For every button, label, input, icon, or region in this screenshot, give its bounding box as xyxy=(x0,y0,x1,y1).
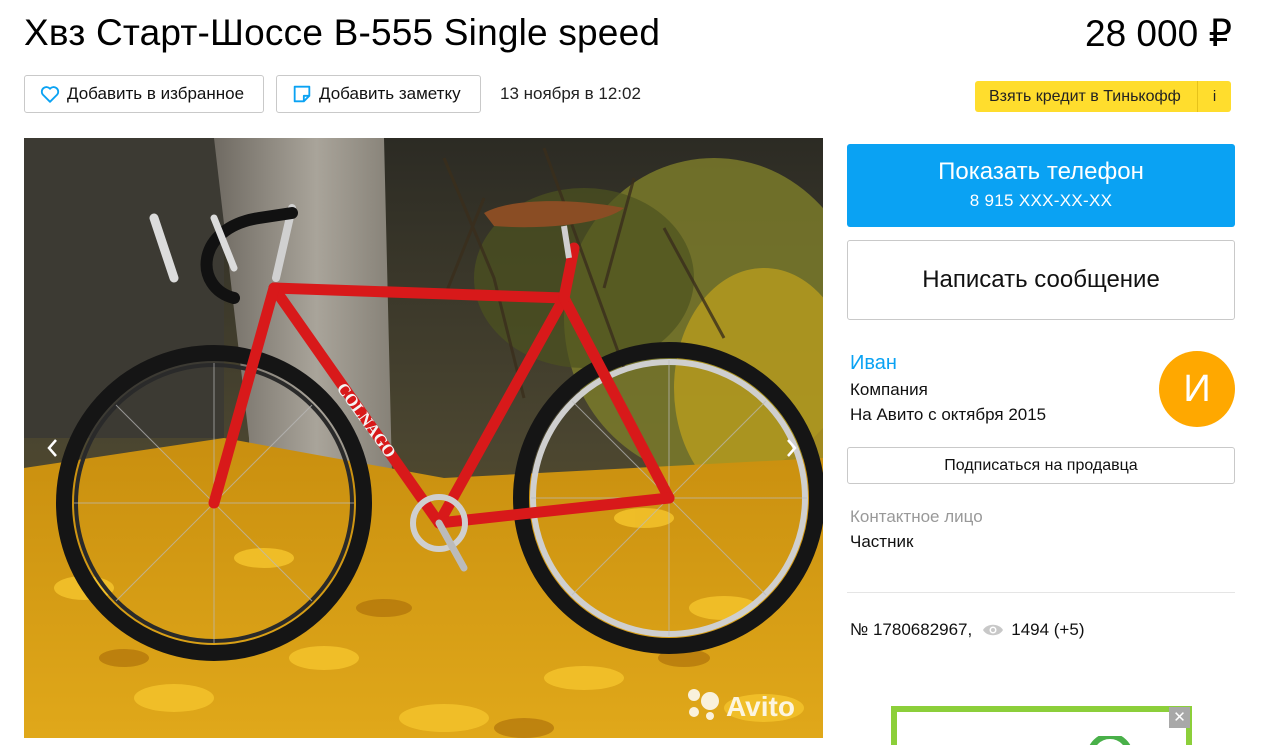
note-icon xyxy=(291,83,313,105)
listing-price: 28 000 ₽ xyxy=(1085,13,1232,54)
heart-icon xyxy=(39,83,61,105)
ad-graphic xyxy=(1089,736,1131,745)
contact-person-value: Частник xyxy=(850,532,914,551)
views-count: 1494 (+5) xyxy=(1011,620,1085,639)
listing-page: Хвз Старт-Шоссе В-555 Single speed 28 00… xyxy=(0,0,1280,745)
chevron-right-icon xyxy=(786,438,798,463)
add-note-label: Добавить заметку xyxy=(319,84,461,103)
show-phone-label: Показать телефон xyxy=(938,158,1144,185)
eye-icon xyxy=(982,623,1004,637)
write-message-button[interactable]: Написать сообщение xyxy=(847,240,1235,320)
publication-date: 13 ноября в 12:02 xyxy=(500,84,641,103)
ad-close-icon[interactable]: ✕ xyxy=(1169,707,1190,728)
divider xyxy=(847,592,1235,593)
add-note-button[interactable]: Добавить заметку xyxy=(276,75,481,113)
listing-number: № 1780682967, xyxy=(850,620,973,639)
seller-name-link[interactable]: Иван xyxy=(850,352,897,375)
listing-title: Хвз Старт-Шоссе В-555 Single speed xyxy=(24,12,661,53)
subscribe-seller-button[interactable]: Подписаться на продавца xyxy=(847,447,1235,484)
masked-phone-number: 8 915 XXX-XX-XX xyxy=(969,191,1113,210)
add-to-favorites-label: Добавить в избранное xyxy=(67,84,245,103)
ad-banner[interactable] xyxy=(891,706,1192,745)
show-phone-button[interactable]: Показать телефон 8 915 XXX-XX-XX xyxy=(847,144,1235,227)
chevron-left-icon xyxy=(46,438,58,463)
gallery-next-button[interactable] xyxy=(782,436,802,464)
seller-since: На Авито с октября 2015 xyxy=(850,405,1047,424)
listing-meta: № 1780682967, 1494 (+5) xyxy=(850,620,1084,640)
credit-info-icon[interactable]: i xyxy=(1197,81,1231,112)
listing-photo[interactable]: COLNAGO Avito xyxy=(24,138,823,738)
contact-person-label: Контактное лицо xyxy=(850,507,983,526)
credit-label: Взять кредит в Тинькофф xyxy=(989,87,1181,105)
add-to-favorites-button[interactable]: Добавить в избранное xyxy=(24,75,264,113)
seller-type: Компания xyxy=(850,380,928,399)
tinkoff-credit-button[interactable]: Взять кредит в Тинькофф i xyxy=(975,81,1231,112)
seller-avatar[interactable]: И xyxy=(1159,351,1235,427)
avito-watermark: Avito xyxy=(726,691,795,722)
gallery-prev-button[interactable] xyxy=(42,436,62,464)
